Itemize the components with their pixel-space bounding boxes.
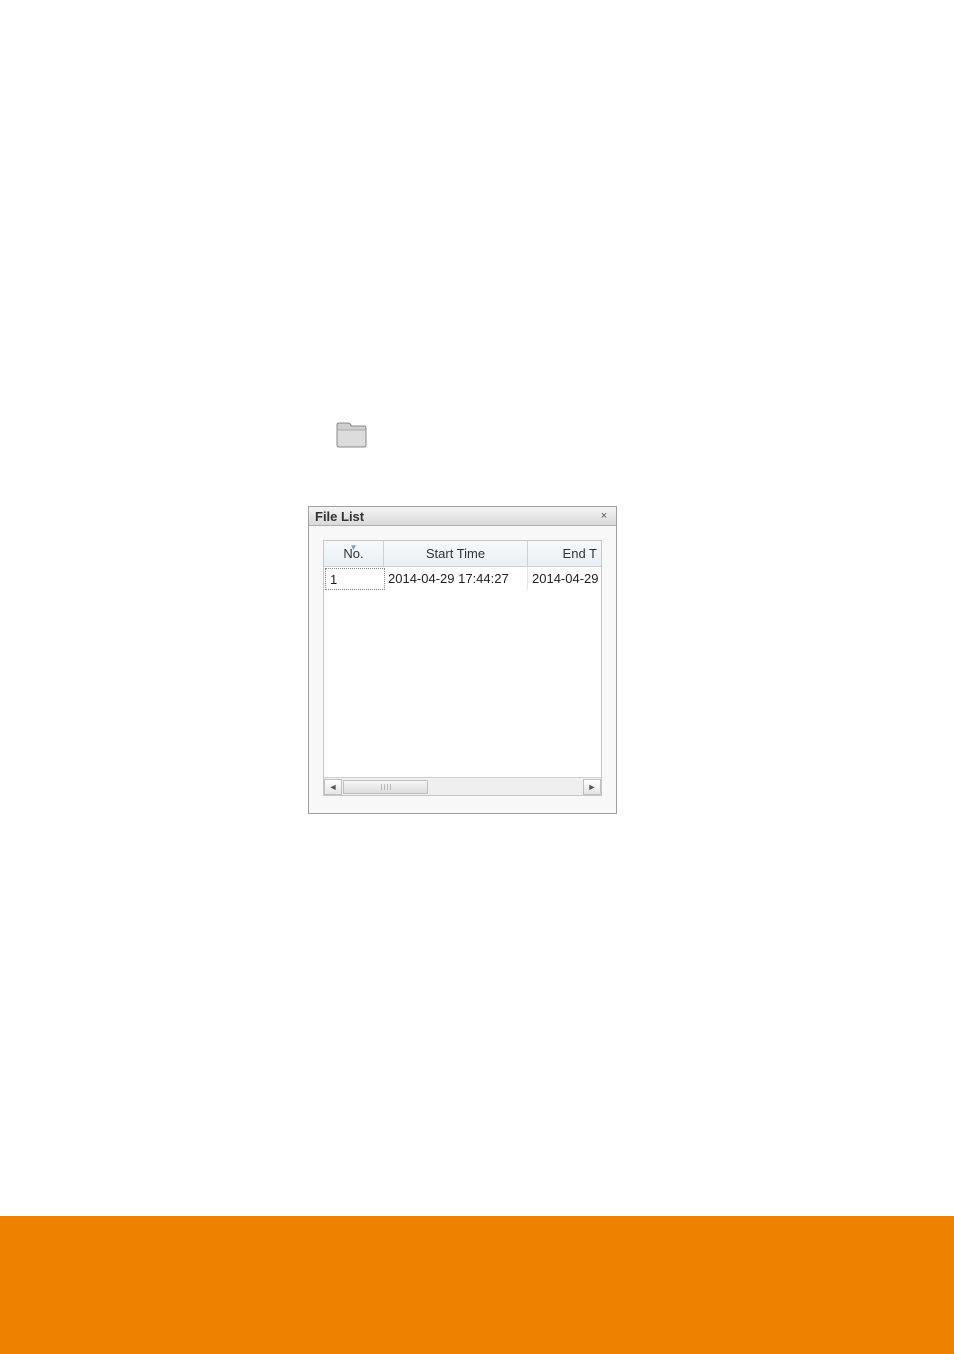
folder-icon <box>335 420 368 448</box>
column-header-no[interactable]: ▼ No. <box>324 541 384 566</box>
chevron-right-icon: ► <box>588 782 597 792</box>
close-icon[interactable]: × <box>596 508 612 524</box>
horizontal-scrollbar[interactable]: ◄ ► <box>324 777 601 795</box>
scroll-right-button[interactable]: ► <box>583 779 601 795</box>
table-row[interactable]: 1 2014-04-29 17:44:27 2014-04-29 <box>324 567 601 591</box>
cell-start-time: 2014-04-29 17:44:27 <box>384 567 528 590</box>
chevron-left-icon: ◄ <box>329 782 338 792</box>
footer-bar <box>0 1216 954 1354</box>
column-header-end-label: End T <box>563 546 597 561</box>
scroll-left-button[interactable]: ◄ <box>324 779 342 795</box>
column-header-start-label: Start Time <box>426 546 485 561</box>
column-header-start-time[interactable]: Start Time <box>384 541 528 566</box>
scroll-thumb[interactable] <box>343 780 428 794</box>
file-list-title: File List <box>315 509 596 524</box>
sort-arrow-icon: ▼ <box>350 543 358 552</box>
file-list-window: File List × ▼ No. Start Time End T <box>308 506 617 814</box>
file-list-titlebar: File List × <box>309 507 616 526</box>
table-data-area: 1 2014-04-29 17:44:27 2014-04-29 <box>324 567 601 777</box>
cell-no: 1 <box>325 568 385 590</box>
file-list-inner: ▼ No. Start Time End T 1 2014-04-29 17:4… <box>323 540 602 796</box>
cell-end-time: 2014-04-29 <box>528 567 601 590</box>
file-list-body: ▼ No. Start Time End T 1 2014-04-29 17:4… <box>309 526 616 810</box>
column-header-end-time[interactable]: End T <box>528 541 601 566</box>
table-header-row: ▼ No. Start Time End T <box>324 541 601 567</box>
scroll-track[interactable] <box>342 779 583 795</box>
